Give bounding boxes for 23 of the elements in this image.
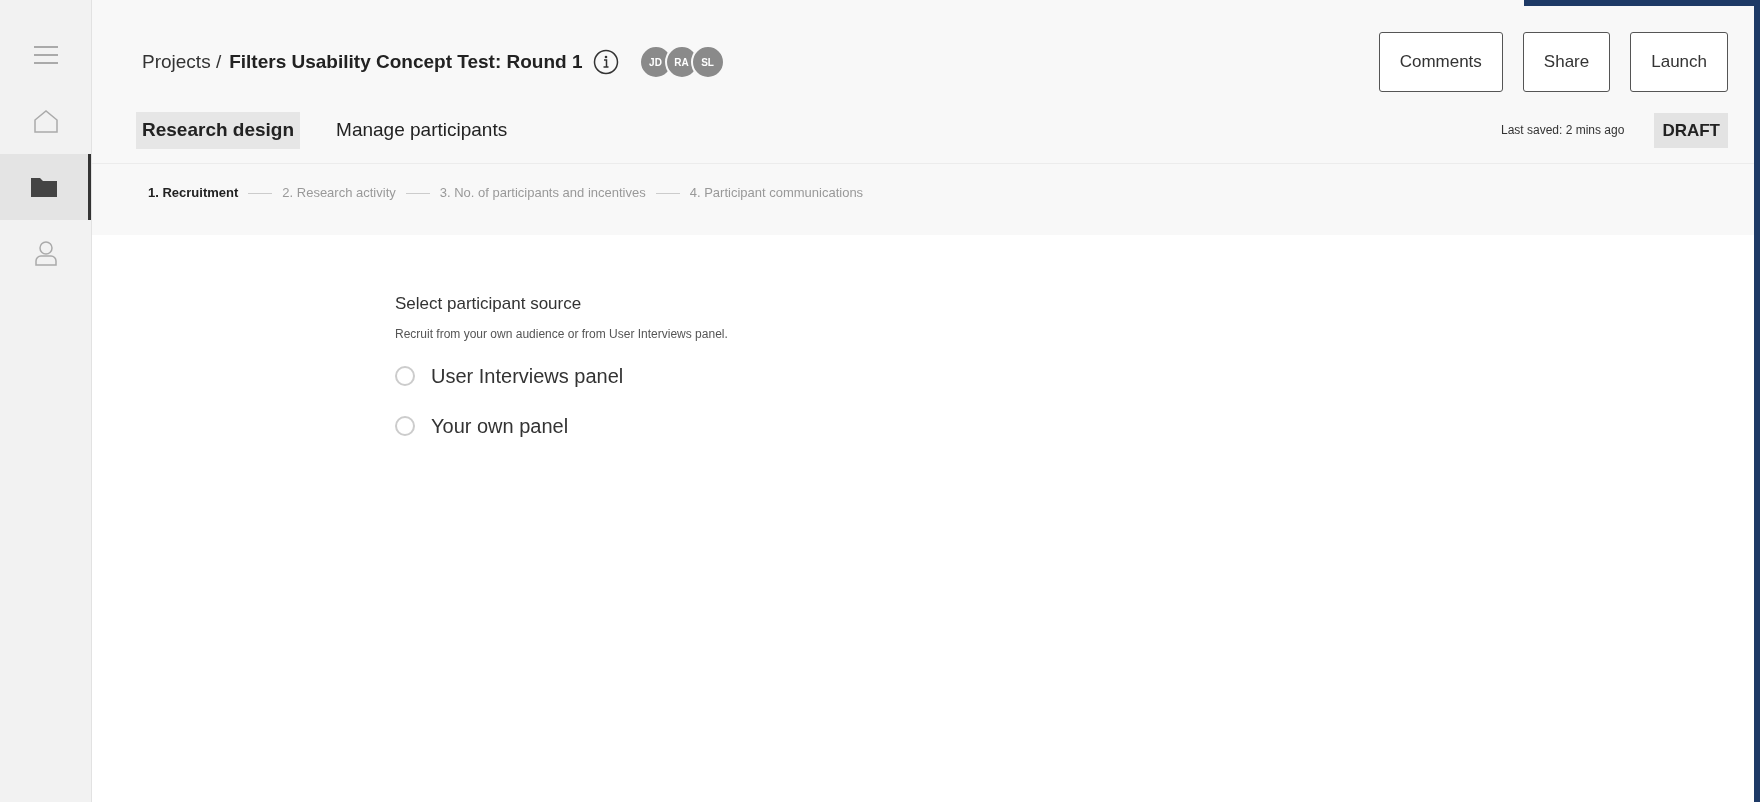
avatar: SL — [690, 45, 725, 79]
folder-icon[interactable] — [30, 176, 58, 198]
radio-button[interactable] — [395, 365, 415, 386]
tab[interactable]: Research design — [136, 112, 301, 149]
menu-icon[interactable] — [32, 45, 59, 65]
project-title: Filters Usability Concept Test: Round 1 — [229, 49, 583, 74]
section-title: Select participant source — [395, 293, 583, 315]
last-saved-text: Last saved: 2 mins ago — [1501, 122, 1625, 140]
radio-label[interactable]: Your own panel — [431, 410, 569, 441]
info-icon[interactable] — [592, 49, 619, 75]
header-button[interactable]: Comments — [1378, 32, 1503, 92]
sidebar-nav-item[interactable] — [0, 154, 91, 220]
radio-label[interactable]: User Interviews panel — [431, 360, 624, 391]
tab[interactable]: Manage participants — [330, 112, 514, 149]
header-button[interactable]: Launch — [1630, 32, 1728, 92]
status-badge: DRAFT — [1654, 112, 1728, 148]
step-link[interactable]: 1. Recruitment — [148, 183, 239, 203]
breadcrumb-link[interactable]: Projects / — [142, 47, 222, 77]
section-description: Recruit from your own audience or from User Interviews panel. — [395, 325, 729, 343]
radio-button[interactable] — [395, 415, 415, 436]
user-icon[interactable] — [33, 240, 58, 266]
home-icon[interactable] — [32, 108, 59, 134]
header-button[interactable]: Share — [1522, 32, 1611, 92]
